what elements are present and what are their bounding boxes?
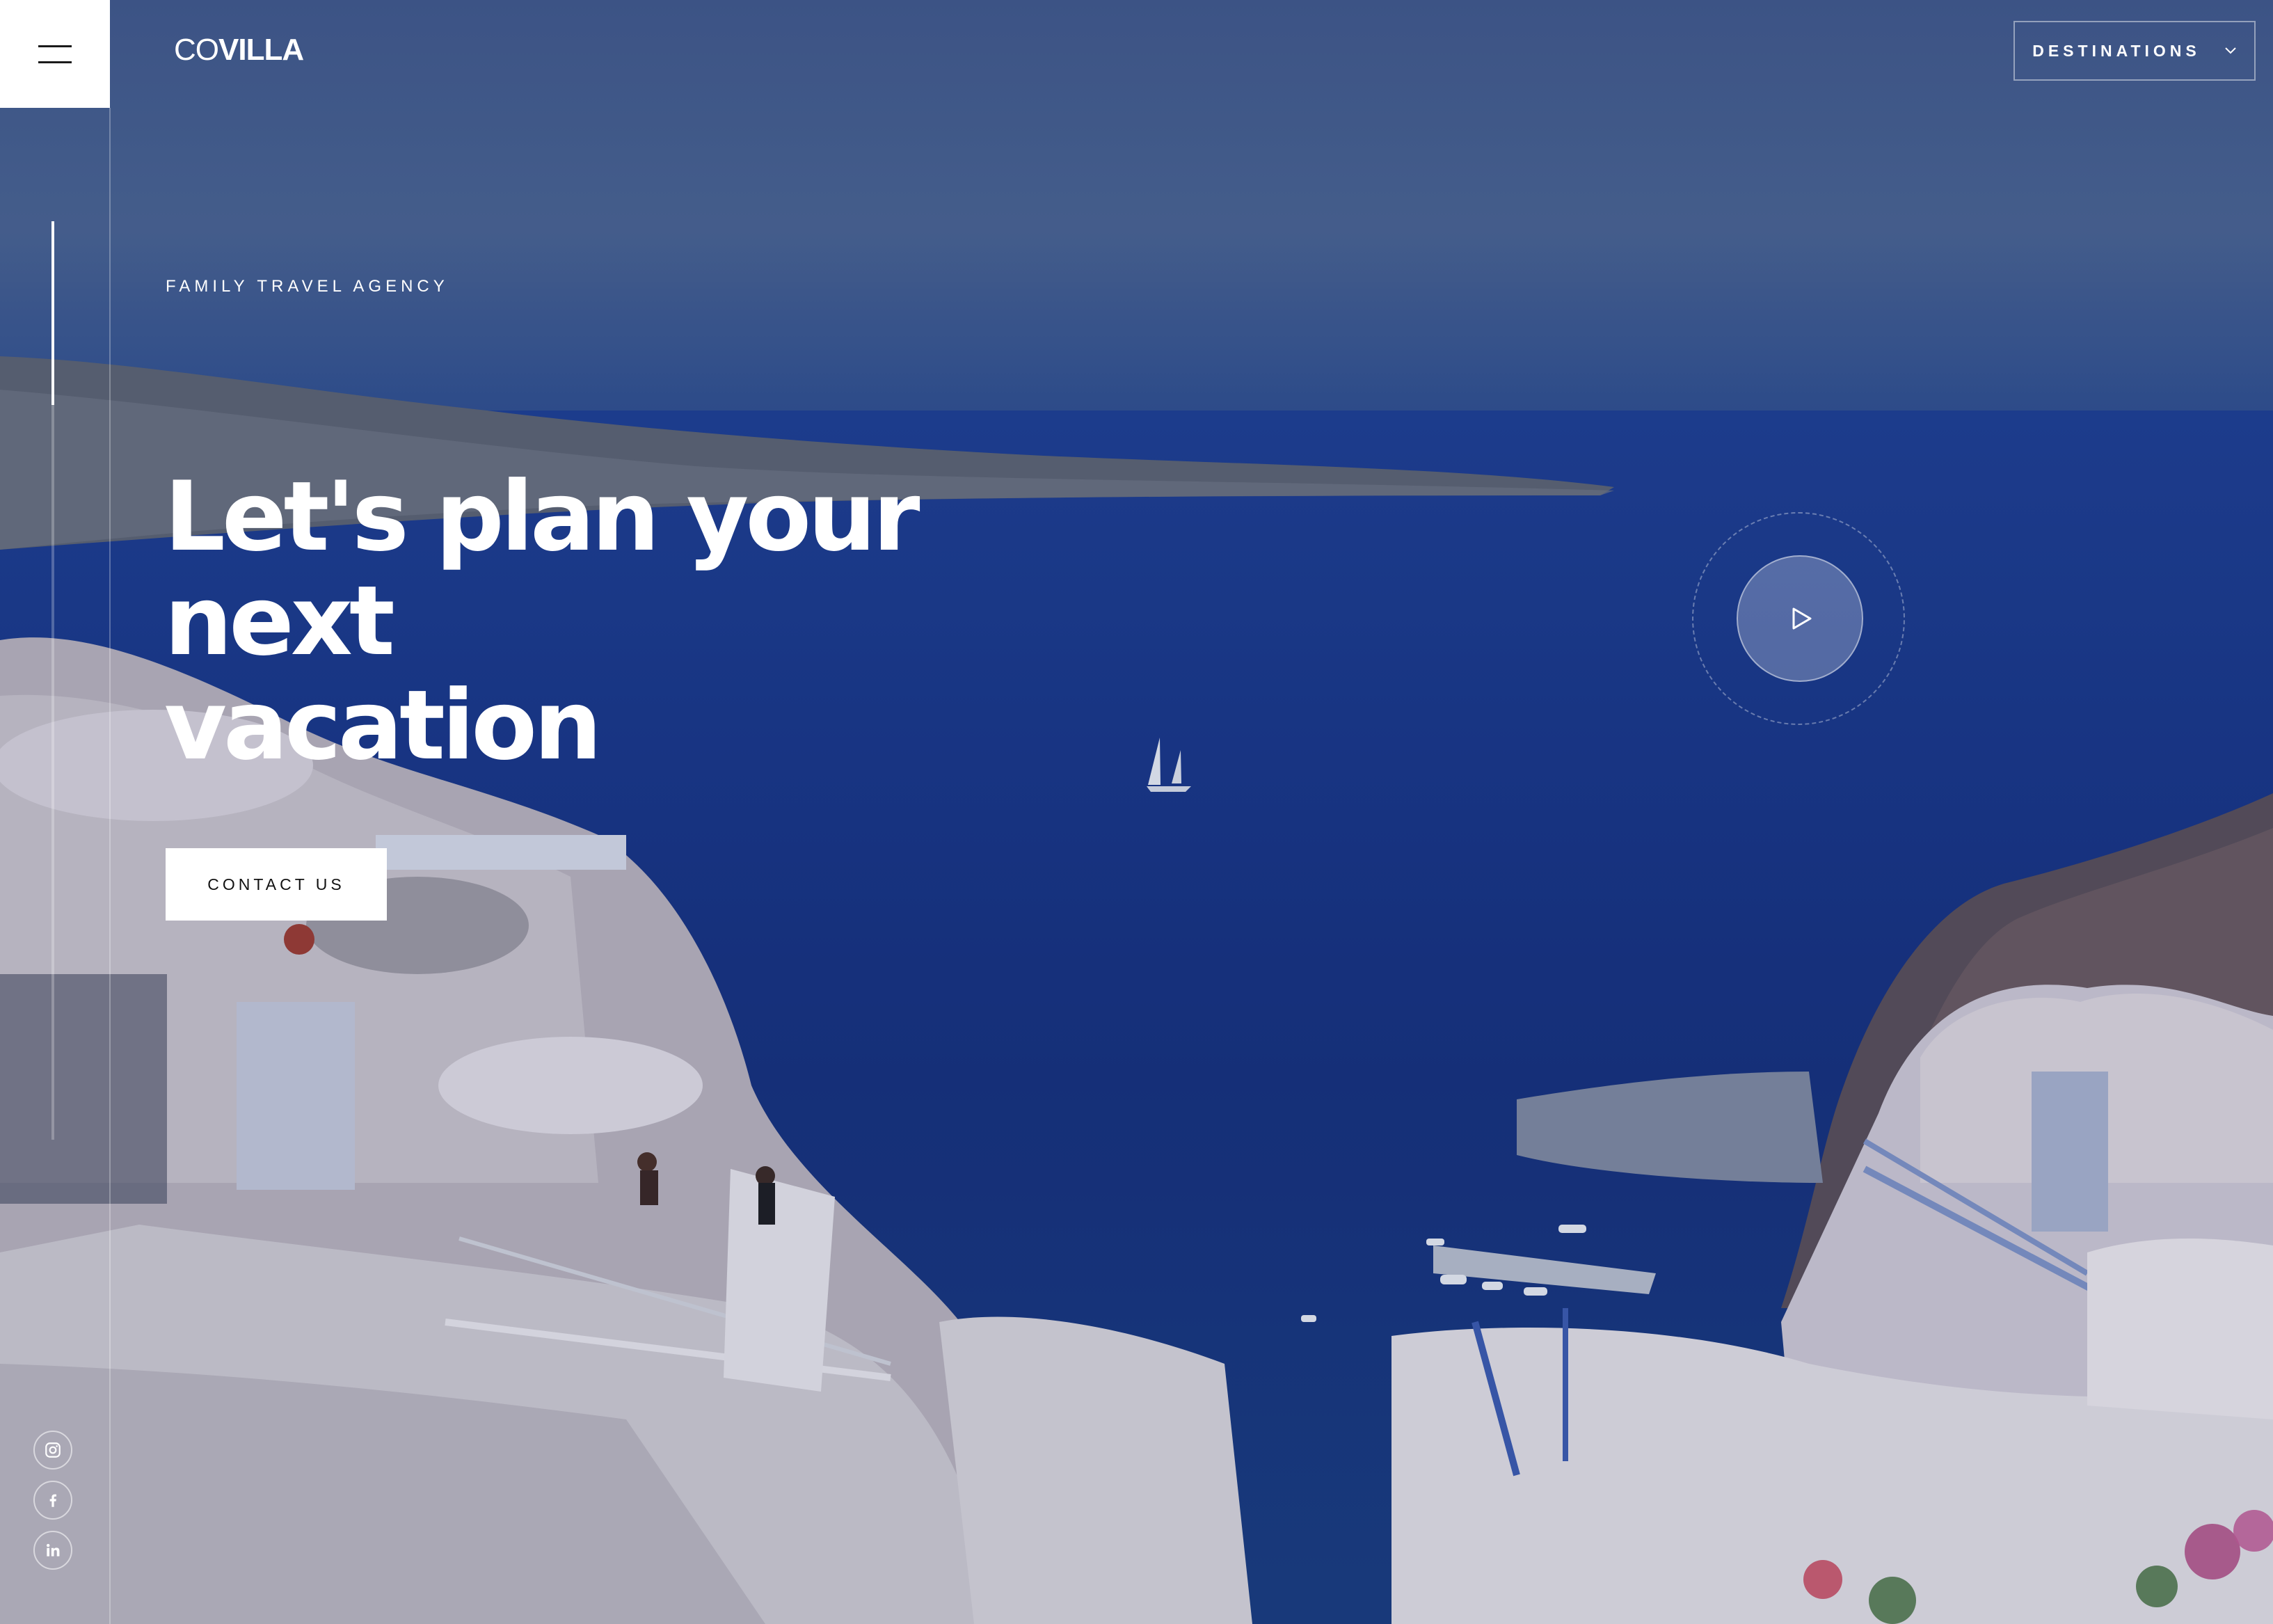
linkedin-icon bbox=[47, 1543, 60, 1557]
linkedin-link[interactable] bbox=[33, 1531, 72, 1570]
hero-headline: Let's plan your next vacation bbox=[164, 465, 1138, 778]
brand-logo[interactable]: COVILLA bbox=[174, 32, 304, 68]
sidebar-divider bbox=[109, 108, 111, 1624]
headline-line-2: vacation bbox=[164, 669, 602, 781]
play-video-button[interactable] bbox=[1737, 555, 1863, 682]
play-icon bbox=[1792, 607, 1812, 630]
headline-line-1: Let's plan your next bbox=[164, 461, 920, 677]
logo-bold-text: VILLA bbox=[218, 33, 304, 67]
instagram-link[interactable] bbox=[33, 1431, 72, 1470]
destinations-dropdown[interactable]: DESTINATIONS bbox=[2013, 21, 2256, 81]
chevron-down-icon bbox=[2225, 47, 2236, 54]
color-overlay bbox=[0, 0, 2273, 1624]
instagram-icon bbox=[45, 1442, 61, 1458]
logo-light-text: CO bbox=[174, 33, 219, 67]
facebook-icon bbox=[49, 1494, 56, 1507]
hero-background bbox=[0, 0, 2273, 1624]
scroll-progress-indicator bbox=[51, 221, 54, 405]
hamburger-menu-icon bbox=[38, 45, 72, 63]
facebook-link[interactable] bbox=[33, 1481, 72, 1520]
hero-eyebrow: FAMILY TRAVEL AGENCY bbox=[166, 277, 449, 296]
destinations-label: DESTINATIONS bbox=[2032, 41, 2201, 60]
menu-button[interactable] bbox=[0, 0, 110, 108]
contact-us-button[interactable]: CONTACT US bbox=[166, 848, 387, 921]
